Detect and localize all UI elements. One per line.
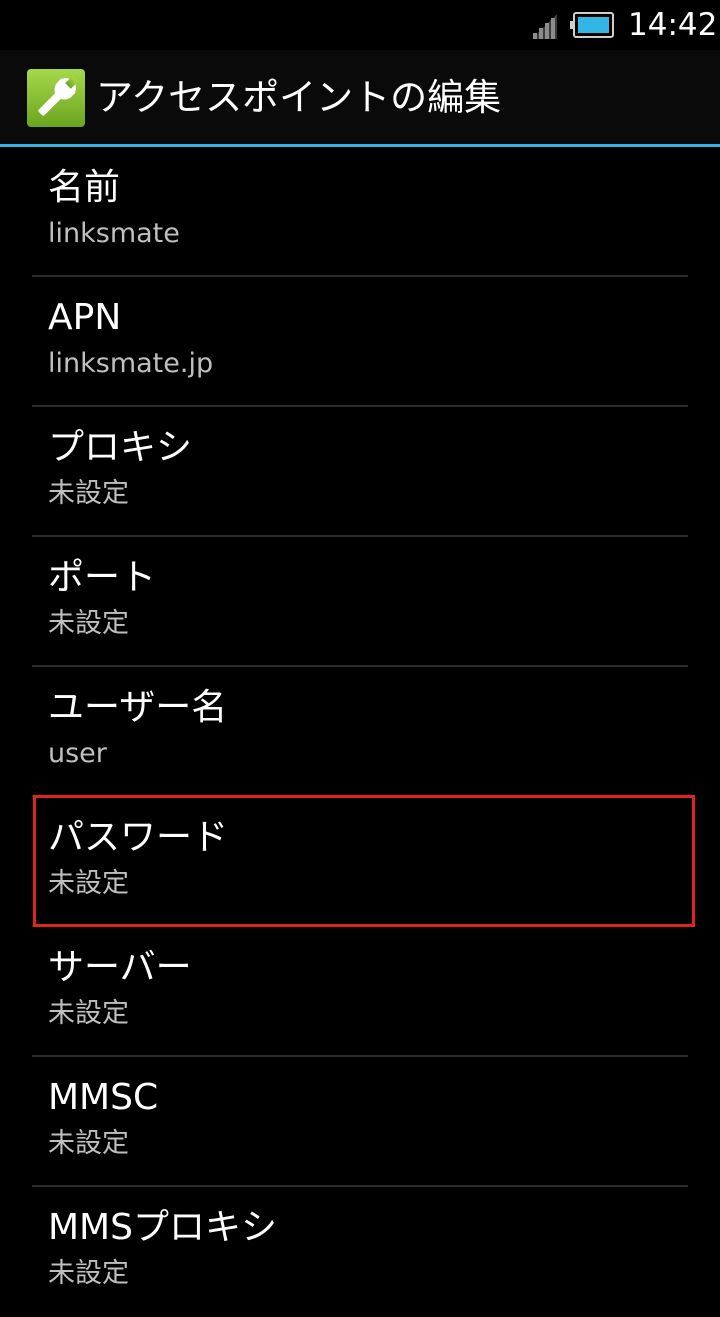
pref-item-name[interactable]: 名前 linksmate: [0, 147, 720, 277]
pref-summary: 未設定: [48, 868, 129, 899]
pref-title: ポート: [48, 557, 157, 598]
pref-summary: linksmate: [48, 218, 180, 249]
pref-item-port[interactable]: ポート 未設定: [0, 537, 720, 667]
pref-item-username[interactable]: ユーザー名 user: [0, 667, 720, 797]
status-bar: 14:42: [0, 0, 720, 50]
pref-title: パスワード: [48, 817, 229, 858]
pref-summary: 未設定: [48, 478, 129, 509]
signal-strength-icon: [532, 14, 557, 39]
pref-item-mms-proxy[interactable]: MMSプロキシ 未設定: [0, 1187, 720, 1317]
pref-title: MMSプロキシ: [48, 1207, 277, 1248]
pref-summary: 未設定: [48, 1128, 129, 1159]
pref-title: MMSC: [48, 1077, 159, 1118]
pref-title: サーバー: [48, 947, 192, 988]
pref-title: APN: [48, 297, 122, 338]
pref-summary: user: [48, 738, 107, 769]
pref-summary: 未設定: [48, 1258, 129, 1289]
pref-title: 名前: [48, 167, 121, 208]
pref-title: ユーザー名: [48, 687, 228, 728]
pref-item-proxy[interactable]: プロキシ 未設定: [0, 407, 720, 537]
page-title: アクセスポイントの編集: [96, 76, 502, 119]
pref-summary: 未設定: [48, 998, 129, 1029]
pref-item-apn[interactable]: APN linksmate.jp: [0, 277, 720, 407]
battery-icon: [570, 12, 614, 38]
pref-item-mmsc[interactable]: MMSC 未設定: [0, 1057, 720, 1187]
pref-summary: linksmate.jp: [48, 348, 214, 379]
pref-summary: 未設定: [48, 608, 129, 639]
wrench-icon[interactable]: [26, 68, 86, 128]
pref-item-password[interactable]: パスワード 未設定: [0, 797, 720, 927]
status-clock: 14:42: [628, 7, 718, 43]
pref-item-server[interactable]: サーバー 未設定: [0, 927, 720, 1057]
pref-title: プロキシ: [48, 427, 193, 468]
